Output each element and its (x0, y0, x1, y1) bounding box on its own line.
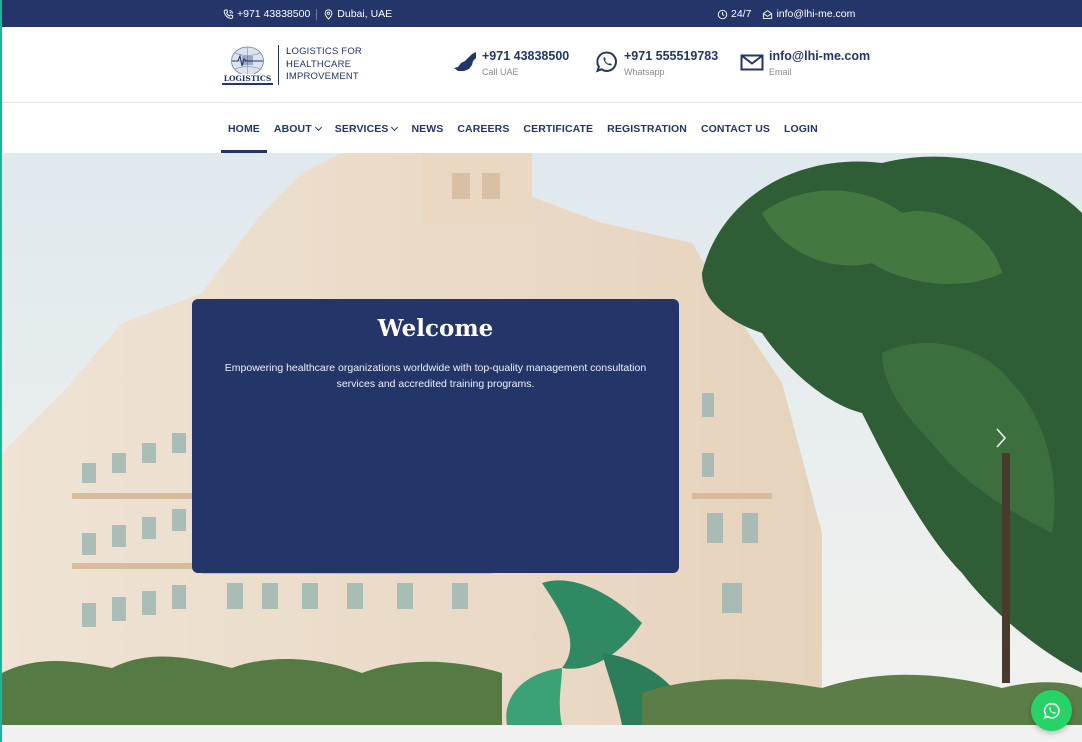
nav-item-services[interactable]: SERVICES (328, 104, 405, 153)
topbar-separator (316, 8, 318, 20)
topbar-email-text: info@lhi-me.com (776, 8, 856, 20)
whatsapp-icon (1042, 702, 1060, 719)
whatsapp-float-button[interactable] (1031, 690, 1072, 731)
contact-whatsapp-number: +971 555519783 (624, 49, 719, 63)
logo-globe-mark: LOGISTICS (222, 46, 273, 85)
location-pin-icon (324, 8, 333, 20)
main-navigation: HOME ABOUT SERVICES NEWS CAREERS CERTIFI… (0, 104, 1082, 153)
page-bottom-strip (0, 725, 1082, 742)
logo-wordmark: LOGISTICS FOR HEALTHCARE IMPROVEMENT (286, 46, 362, 83)
whatsapp-icon (595, 51, 617, 73)
nav-item-home[interactable]: HOME (221, 104, 267, 153)
phone-icon (223, 8, 234, 19)
nav-item-contact-us[interactable]: CONTACT US (694, 104, 777, 153)
envelope-open-icon (763, 9, 773, 19)
clock-icon (717, 9, 728, 19)
left-accent-rule (0, 0, 2, 742)
welcome-description: Empowering healthcare organizations worl… (224, 362, 647, 390)
top-info-bar: +971 43838500 Dubai, UAE 24/7 info@lhi-m… (0, 0, 1082, 27)
contact-email[interactable]: info@lhi-me.com Email (739, 48, 870, 79)
logo-divider (278, 45, 279, 85)
nav-item-careers[interactable]: CAREERS (450, 104, 516, 153)
topbar-location-text: Dubai, UAE (337, 8, 393, 20)
welcome-card: Welcome Empowering healthcare organizati… (192, 299, 679, 573)
nav-item-about[interactable]: ABOUT (267, 104, 328, 153)
topbar-phone[interactable]: +971 43838500 (223, 8, 310, 20)
uae-map-icon (454, 52, 476, 71)
site-logo[interactable]: LOGISTICS LOGISTICS FOR HEALTHCARE IMPRO… (222, 44, 362, 86)
hero-slider: Welcome Empowering healthcare organizati… (2, 153, 1082, 725)
nav-item-registration[interactable]: REGISTRATION (600, 104, 694, 153)
envelope-icon (740, 54, 764, 71)
nav-item-login[interactable]: LOGIN (777, 104, 825, 153)
contact-call-uae[interactable]: +971 43838500 Call UAE (452, 48, 569, 79)
chevron-right-icon[interactable] (994, 427, 1008, 449)
contact-whatsapp[interactable]: +971 555519783 Whatsapp (594, 48, 718, 79)
chevron-down-icon (314, 123, 322, 131)
topbar-email[interactable]: info@lhi-me.com (762, 8, 855, 20)
contact-whatsapp-label: Whatsapp (624, 67, 665, 77)
topbar-phone-text: +971 43838500 (237, 8, 311, 20)
contact-email-label: Email (769, 67, 792, 77)
logo-mark-text: LOGISTICS (224, 74, 272, 83)
contact-uae-label: Call UAE (482, 67, 519, 77)
topbar-hours: 24/7 (717, 8, 751, 20)
topbar-location: Dubai, UAE (323, 8, 392, 20)
site-header: LOGISTICS LOGISTICS FOR HEALTHCARE IMPRO… (0, 27, 1082, 103)
nav-item-news[interactable]: NEWS (404, 104, 450, 153)
nav-item-certificate[interactable]: CERTIFICATE (516, 104, 600, 153)
contact-uae-number: +971 43838500 (482, 49, 570, 63)
chevron-down-icon (391, 123, 399, 131)
welcome-title: Welcome (377, 315, 494, 342)
contact-email-address: info@lhi-me.com (769, 49, 871, 63)
topbar-hours-text: 24/7 (731, 8, 752, 20)
